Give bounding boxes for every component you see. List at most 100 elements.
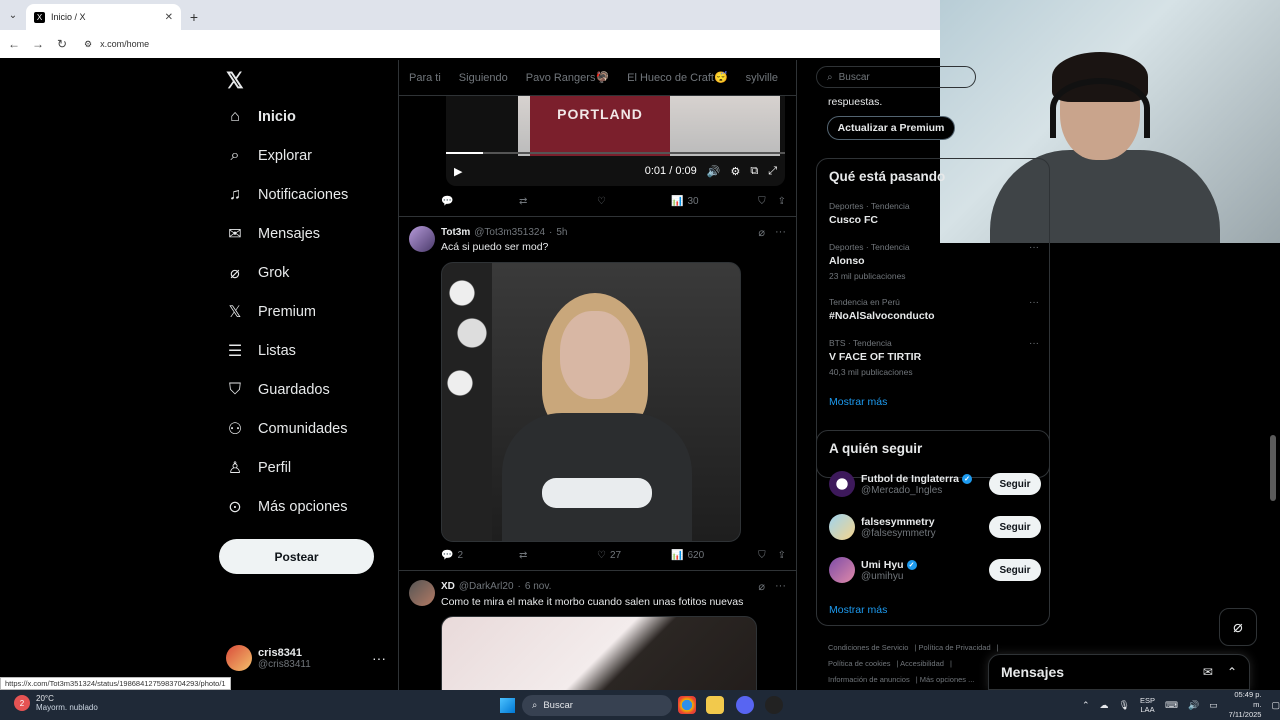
more-dots-icon[interactable]: ···: [1029, 297, 1039, 308]
footer-link[interactable]: Información de anuncios: [828, 675, 910, 684]
new-tab-icon[interactable]: +: [181, 4, 207, 30]
tab-list-icon[interactable]: ⌄: [0, 0, 26, 30]
tweet-media[interactable]: [441, 262, 741, 542]
views-icon[interactable]: 📊 30: [671, 196, 753, 207]
tab-el-hueco-de-craft[interactable]: El Hueco de Craft😴: [627, 71, 728, 84]
more-dots-icon[interactable]: ···: [1029, 242, 1039, 253]
share-icon[interactable]: ⇪: [778, 196, 786, 207]
retweet-icon[interactable]: ⇄: [519, 196, 597, 207]
tab-siguiendo[interactable]: Siguiendo: [459, 72, 508, 84]
account-switcher[interactable]: cris8341 @cris83411 ···: [226, 645, 386, 671]
windows-start-icon[interactable]: [500, 698, 515, 713]
reload-icon[interactable]: ↻: [54, 37, 70, 51]
nav-item-listas[interactable]: ☰ Listas: [226, 342, 296, 360]
tweet-author-handle[interactable]: @Tot3m351324: [474, 227, 545, 238]
back-icon[interactable]: ←: [6, 37, 22, 51]
tweet-author-name[interactable]: Tot3m: [441, 227, 470, 238]
notifications-icon[interactable]: ▢: [1271, 700, 1280, 711]
retweet-icon[interactable]: ⇄: [519, 550, 597, 561]
more-dots-icon[interactable]: ···: [372, 650, 386, 666]
more-dots-icon[interactable]: ···: [1029, 338, 1039, 349]
weather-widget[interactable]: 2 20°C Mayorm. nublado: [14, 694, 98, 712]
site-info-icon[interactable]: ⚙: [84, 39, 92, 50]
video-player[interactable]: PORTLAND ▶ 0:01 / 0:09 🔊 ⚙ ⧉ ⤢: [446, 96, 785, 186]
tweet-media[interactable]: [441, 616, 757, 690]
more-dots-icon[interactable]: ···: [775, 580, 786, 593]
discord-icon[interactable]: [736, 696, 754, 714]
nav-item-mensajes[interactable]: ✉ Mensajes: [226, 225, 320, 243]
footer-link[interactable]: Política de cookies: [828, 659, 891, 668]
trend-item[interactable]: Deportes · Tendencia Alonso 23 mil publi…: [829, 242, 1039, 281]
play-icon[interactable]: ▶: [454, 165, 462, 178]
follow-button[interactable]: Seguir: [989, 473, 1041, 495]
taskbar-search[interactable]: ⌕ Buscar: [522, 695, 672, 716]
language-indicator[interactable]: ESP LAA: [1140, 696, 1155, 714]
tweet-author-name[interactable]: XD: [441, 581, 455, 592]
avatar[interactable]: [409, 580, 435, 606]
post-button[interactable]: Postear: [219, 539, 374, 574]
nav-item-explorar[interactable]: ⌕ Explorar: [226, 147, 312, 165]
more-dots-icon[interactable]: ···: [775, 226, 786, 239]
volume-icon[interactable]: 🔊: [1188, 700, 1199, 711]
follow-suggestion[interactable]: falsesymmetry @falsesymmetry Seguir: [829, 514, 1041, 540]
tweet-time[interactable]: 5h: [556, 227, 567, 238]
x-logo-icon[interactable]: 𝕏: [226, 68, 244, 94]
app-icon[interactable]: [765, 696, 783, 714]
clock[interactable]: 05:49 p. m. 7/11/2025: [1228, 690, 1262, 720]
like-icon[interactable]: ♡ 27: [597, 550, 671, 561]
share-icon[interactable]: ⇪: [778, 550, 786, 561]
bookmark-icon[interactable]: ⛉: [758, 550, 766, 561]
tab-pavo-rangers[interactable]: Pavo Rangers🦃: [526, 71, 609, 84]
battery-icon[interactable]: ▭: [1209, 700, 1218, 711]
footer-link[interactable]: Accesibilidad: [900, 659, 944, 668]
follow-suggestion[interactable]: Umi Hyu ✓ @umihyu Seguir: [829, 557, 1041, 583]
microphone-icon[interactable]: 🎙: [1119, 700, 1130, 711]
nav-item-perfil[interactable]: ♙ Perfil: [226, 459, 291, 477]
nav-item-comunidades[interactable]: ⚇ Comunidades: [226, 420, 348, 438]
follow-button[interactable]: Seguir: [989, 516, 1041, 538]
footer-link[interactable]: Política de Privacidad: [919, 643, 991, 652]
tweet-author-handle[interactable]: @DarkArl20: [459, 581, 514, 592]
pip-icon[interactable]: ⧉: [750, 165, 758, 178]
nav-item-notificaciones[interactable]: ♫ Notificaciones: [226, 186, 348, 204]
show-more-trends-link[interactable]: Mostrar más: [829, 396, 887, 408]
nav-item-premium[interactable]: 𝕏 Premium: [226, 303, 316, 321]
follow-button[interactable]: Seguir: [989, 559, 1041, 581]
cloud-icon[interactable]: ☁: [1100, 700, 1109, 711]
trend-item[interactable]: Tendencia en Perú #NoAlSalvoconducto ···: [829, 297, 1039, 322]
browser-tab[interactable]: X Inicio / X ✕: [26, 4, 181, 30]
forward-icon[interactable]: →: [30, 37, 46, 51]
url-field[interactable]: ⚙ x.com/home: [84, 39, 149, 50]
bookmark-icon[interactable]: ⛉: [758, 196, 766, 207]
follow-suggestion[interactable]: Futbol de Inglaterra ✓ @Mercado_Ingles Se…: [829, 471, 1041, 497]
video-progress-bar[interactable]: [446, 152, 785, 154]
nav-item-grok[interactable]: ⌀ Grok: [226, 264, 289, 282]
page-scrollbar[interactable]: [1270, 435, 1276, 501]
nav-item-mas-opciones[interactable]: ⊙ Más opciones: [226, 498, 347, 516]
upgrade-premium-button[interactable]: Actualizar a Premium: [827, 116, 955, 140]
grok-icon[interactable]: ⌀: [758, 580, 765, 593]
nav-item-guardados[interactable]: ⛉ Guardados: [226, 381, 330, 399]
fullscreen-icon[interactable]: ⤢: [768, 165, 777, 178]
trend-item[interactable]: BTS · Tendencia V FACE OF TIRTIR 40,3 mi…: [829, 338, 1039, 377]
grok-icon[interactable]: ⌀: [758, 226, 765, 239]
show-more-follow-link[interactable]: Mostrar más: [829, 604, 887, 616]
footer-link[interactable]: Condiciones de Servicio: [828, 643, 908, 652]
trend-item[interactable]: Deportes · Tendencia Cusco FC: [829, 201, 1039, 226]
expand-icon[interactable]: ⌃: [1227, 665, 1237, 679]
grok-fab-icon[interactable]: ⌀: [1219, 608, 1257, 646]
views-icon[interactable]: 📊 620: [671, 550, 753, 561]
reply-icon[interactable]: 💬 2: [441, 550, 519, 561]
avatar[interactable]: [409, 226, 435, 252]
settings-gear-icon[interactable]: ⚙: [730, 165, 740, 178]
network-icon[interactable]: ⌨: [1165, 700, 1178, 711]
reply-icon[interactable]: 💬: [441, 196, 519, 207]
new-message-icon[interactable]: ✉: [1203, 665, 1213, 679]
tab-sylville[interactable]: sylville: [746, 72, 778, 84]
like-icon[interactable]: ♡: [597, 196, 671, 207]
close-tab-icon[interactable]: ✕: [165, 12, 173, 23]
file-explorer-icon[interactable]: [706, 696, 724, 714]
chevron-up-icon[interactable]: ⌃: [1082, 700, 1090, 711]
nav-item-inicio[interactable]: ⌂ Inicio: [226, 108, 296, 126]
messages-drawer[interactable]: Mensajes ✉ ⌃: [988, 654, 1250, 690]
